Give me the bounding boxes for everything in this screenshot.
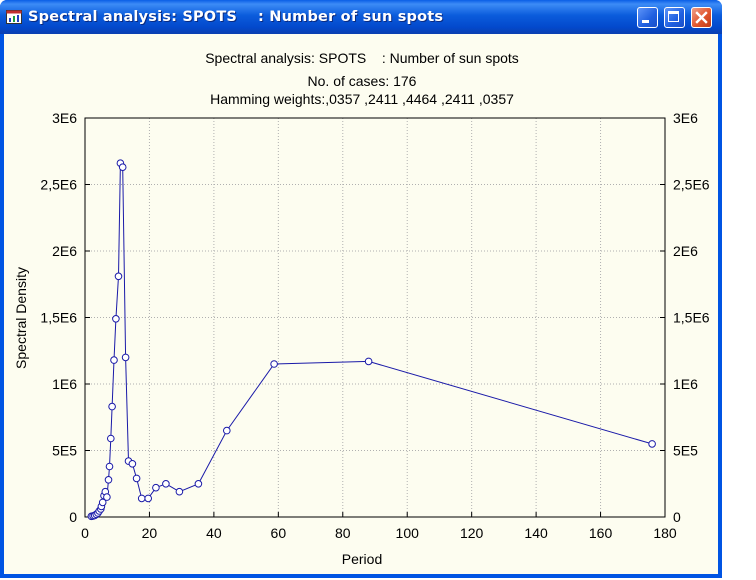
- grid-layer: [85, 118, 665, 517]
- tick-layer: 0 20 40 60 80 100 120 140 160 1800 05E5 5E51E6 1E61,…: [40, 110, 709, 541]
- data-point: [364, 357, 373, 366]
- data-point: [270, 360, 278, 368]
- data-point: [144, 494, 152, 503]
- data-point: [110, 356, 118, 364]
- data-point: [194, 480, 203, 488]
- x-tick-label: 20: [142, 525, 158, 541]
- x-tick-label: 40: [206, 525, 222, 541]
- data-point: [107, 434, 115, 443]
- chart-subtitle-weights: Hamming weights:,0357 ,2411 ,4464 ,2411 …: [210, 91, 514, 107]
- data-point: [152, 483, 160, 492]
- maximize-button[interactable]: [664, 7, 685, 28]
- y-tick-label-right: 1E6: [673, 376, 698, 392]
- y-tick-label-right: 3E6: [673, 110, 698, 126]
- application-window: Spectral analysis: SPOTS : Number of sun…: [0, 0, 722, 578]
- data-point: [118, 163, 127, 171]
- y-tick-label-left: 0: [69, 509, 77, 525]
- series-line: [91, 161, 653, 517]
- data-point: [132, 474, 141, 483]
- minimize-icon: [642, 20, 649, 23]
- minimize-button[interactable]: [637, 7, 658, 28]
- data-point: [137, 494, 146, 503]
- y-tick-label-right: 5E5: [673, 443, 698, 459]
- close-icon: [695, 11, 708, 24]
- data-point: [104, 476, 113, 484]
- y-tick-label-left: 3E6: [52, 110, 77, 126]
- data-point: [128, 460, 137, 468]
- x-tick-label: 100: [396, 525, 420, 541]
- spectral-chart: Spectral analysis: SPOTS : Number of sun…: [13, 50, 710, 567]
- x-tick-label: 80: [335, 525, 351, 541]
- chart-area: Spectral analysis: SPOTS : Number of sun…: [4, 34, 718, 574]
- x-tick-label: 0: [81, 525, 89, 541]
- x-tick-label: 140: [524, 525, 548, 541]
- x-tick-label: 60: [271, 525, 287, 541]
- x-axis-label: Period: [342, 551, 382, 567]
- data-point: [103, 493, 111, 501]
- title-bar[interactable]: Spectral analysis: SPOTS : Number of sun…: [0, 0, 722, 34]
- y-tick-label-left: 2,5E6: [40, 177, 77, 193]
- data-point: [162, 480, 170, 488]
- chart-title: Spectral analysis: SPOTS : Number of sun…: [205, 50, 519, 66]
- y-tick-label-left: 1E6: [52, 376, 77, 392]
- y-tick-label-right: 1,5E6: [673, 310, 710, 326]
- chart-app-icon[interactable]: [6, 10, 22, 24]
- y-tick-label-left: 1,5E6: [40, 310, 77, 326]
- data-point: [223, 426, 231, 435]
- window-title: Spectral analysis: SPOTS : Number of sun…: [28, 9, 444, 25]
- y-tick-label-right: 0: [673, 509, 681, 525]
- data-point: [648, 440, 656, 448]
- chart-subtitle-cases: No. of cases: 176: [308, 73, 417, 89]
- x-tick-label: 160: [589, 525, 613, 541]
- data-point: [108, 402, 116, 411]
- maximize-icon: [668, 11, 679, 22]
- y-axis-label: Spectral Density: [13, 267, 29, 369]
- y-tick-label-left: 2E6: [52, 243, 77, 259]
- data-point: [121, 353, 130, 362]
- x-tick-label: 180: [653, 525, 677, 541]
- y-tick-label-left: 5E5: [52, 443, 77, 459]
- series-layer: [87, 159, 656, 521]
- data-point: [105, 462, 114, 471]
- y-tick-label-right: 2E6: [673, 243, 698, 259]
- data-point: [112, 315, 120, 323]
- y-tick-label-right: 2,5E6: [673, 177, 710, 193]
- data-point: [114, 272, 123, 281]
- close-button[interactable]: [691, 7, 712, 28]
- data-point: [175, 487, 184, 496]
- x-tick-label: 120: [460, 525, 484, 541]
